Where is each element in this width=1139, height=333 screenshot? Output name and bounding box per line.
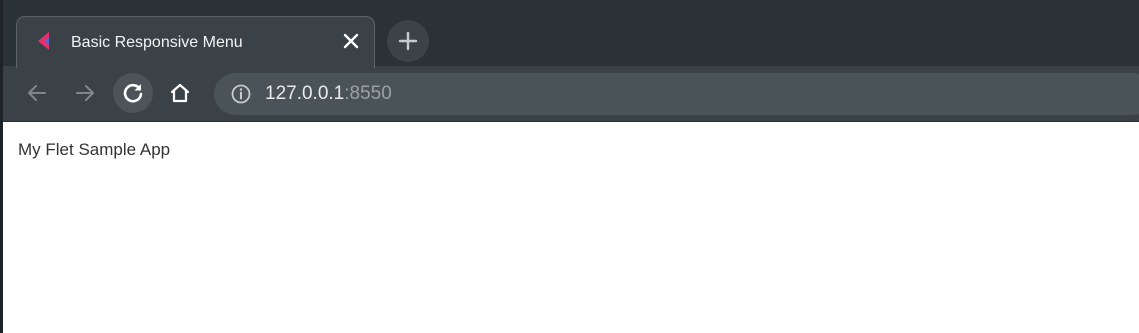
app-title: My Flet Sample App bbox=[18, 140, 171, 159]
url-host: 127.0.0.1 bbox=[265, 83, 345, 104]
url-port: :8550 bbox=[344, 83, 392, 104]
info-icon[interactable] bbox=[230, 83, 252, 105]
flet-logo-icon bbox=[36, 31, 54, 51]
new-tab-button[interactable] bbox=[387, 20, 429, 62]
browser-window: Basic Responsive Menu 127.0.0.1:8550 My … bbox=[0, 0, 1139, 333]
close-icon[interactable] bbox=[342, 32, 360, 50]
back-button[interactable] bbox=[17, 73, 57, 113]
page-content: My Flet Sample App bbox=[0, 122, 1139, 333]
tab-title: Basic Responsive Menu bbox=[71, 34, 243, 51]
home-icon bbox=[170, 83, 190, 103]
address-bar[interactable]: 127.0.0.1:8550 bbox=[214, 73, 1139, 115]
toolbar-divider bbox=[0, 121, 1139, 122]
reload-icon bbox=[123, 83, 143, 103]
reload-button[interactable] bbox=[113, 73, 153, 113]
arrow-right-icon bbox=[76, 85, 94, 101]
home-button[interactable] bbox=[160, 73, 200, 113]
url-text: 127.0.0.1:8550 bbox=[265, 83, 392, 105]
window-edge bbox=[0, 0, 3, 333]
tab-active[interactable]: Basic Responsive Menu bbox=[16, 16, 375, 68]
plus-icon bbox=[398, 31, 418, 51]
arrow-left-icon bbox=[28, 85, 46, 101]
tab-strip: Basic Responsive Menu bbox=[0, 0, 1139, 68]
navigation-toolbar: 127.0.0.1:8550 bbox=[0, 66, 1139, 121]
forward-button[interactable] bbox=[65, 73, 105, 113]
